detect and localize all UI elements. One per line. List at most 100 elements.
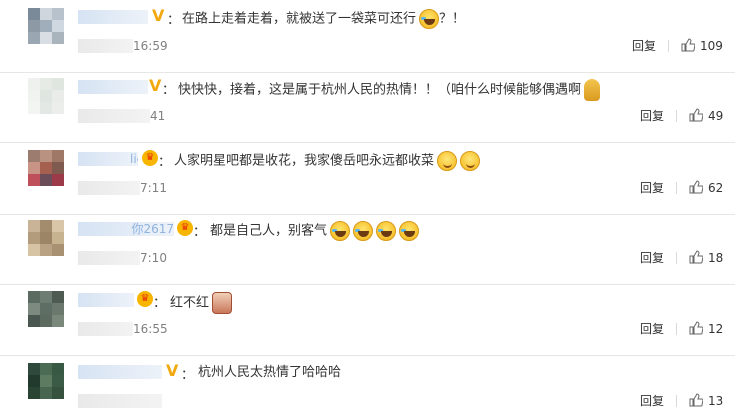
comment-body: 快快快，接着，这是属于杭州人民的热情！！（咱什么时候能够偶遇啊 [178,82,582,98]
avatar-pixel [52,363,64,375]
comment-text: 红不红 [170,292,233,314]
avatar-pixel [52,232,64,244]
comment-row: V ： 在路上走着走着，就被送了一袋菜可还行 ？！ 16:59 回复 109 [0,0,735,73]
timestamp: 7:11 [78,181,167,195]
avatar-pixel [52,78,64,90]
avatar-pixel [40,32,52,44]
avatar-pixel [52,150,64,162]
reply-button[interactable]: 回复 [640,109,664,123]
username[interactable] [78,293,134,307]
reply-button[interactable]: 回复 [632,39,656,53]
avatar-pixel [40,244,52,256]
like-button[interactable]: 62 [689,179,723,197]
timestamp [78,394,162,408]
comment-text: 在路上走着走着，就被送了一袋菜可还行 ？！ [182,9,465,29]
avatar-pixel [40,90,52,102]
avatar-pixel [52,244,64,256]
avatar-pixel [40,174,52,186]
crown-badge-icon: ♛ [137,291,153,307]
avatar[interactable] [28,150,64,186]
crown-badge-icon: ♛ [142,150,158,166]
timestamp: 7:10 [78,251,167,265]
laughing-tears-emoji-icon [399,221,420,241]
laughing-tears-emoji-icon [330,221,351,241]
avatar[interactable] [28,220,64,256]
avatar-pixel [52,375,64,387]
divider [676,182,677,194]
avatar-pixel [28,162,40,174]
avatar-pixel [28,244,40,256]
like-button[interactable]: 18 [689,249,723,267]
avatar-pixel [28,174,40,186]
comment-body: 杭州人民太热情了哈哈哈 [198,365,342,380]
smile-emoji-icon [437,151,458,171]
reply-button[interactable]: 回复 [640,394,664,408]
reply-button[interactable]: 回复 [640,322,664,336]
avatar-pixel [28,32,40,44]
avatar-pixel [40,303,52,315]
avatar-pixel [40,162,52,174]
username[interactable]: 你2617 [78,222,174,236]
laughing-tears-emoji-icon [353,221,374,241]
avatar-pixel [28,102,40,114]
avatar-pixel [28,150,40,162]
comment-row: V ： 快快快，接着，这是属于杭州人民的热情！！（咱什么时候能够偶遇啊 41 回… [0,70,735,143]
colon: ： [162,83,176,98]
timestamp: 41 [78,109,165,123]
avatar[interactable] [28,78,64,114]
thumbs-up-icon [689,393,703,407]
avatar-pixel [40,363,52,375]
avatar-pixel [52,174,64,186]
avatar-pixel [28,20,40,32]
avatar-pixel [40,375,52,387]
username[interactable]: lie [78,152,138,166]
avatar-pixel [52,20,64,32]
divider [668,40,669,52]
avatar-pixel [40,291,52,303]
comment-row: ♛ ： 红不红 16:55 回复 12 [0,283,735,356]
like-count: 12 [708,322,724,336]
like-button[interactable]: 12 [689,320,723,338]
username[interactable] [78,80,148,94]
avatar-pixel [28,303,40,315]
timestamp: 16:55 [78,322,168,336]
avatar[interactable] [28,291,64,327]
divider [676,110,677,122]
red-face-emoji-icon [212,292,233,314]
like-button[interactable]: 109 [681,37,723,55]
divider [676,252,677,264]
avatar-pixel [28,232,40,244]
thumbs-up-icon [689,108,703,122]
comment-body: 都是自己人，别客气 [210,223,328,239]
like-button[interactable]: 13 [689,392,723,410]
username[interactable] [78,10,148,24]
verified-badge-icon: V [152,6,165,25]
avatar[interactable] [28,363,64,399]
avatar-pixel [40,315,52,327]
avatar-pixel [28,315,40,327]
divider [676,323,677,335]
like-button[interactable]: 49 [689,107,723,125]
divider [676,395,677,407]
reply-button[interactable]: 回复 [640,181,664,195]
timestamp: 16:59 [78,39,168,53]
avatar-pixel [52,90,64,102]
avatar-pixel [28,387,40,399]
avatar-pixel [40,232,52,244]
colon: ： [167,13,181,28]
avatar[interactable] [28,8,64,44]
username[interactable] [78,365,162,379]
laughing-tears-emoji-icon [376,221,397,241]
comment-row: lie ♛ ： 人家明星吧都是收花，我家傻岳吧永远都收菜 7:11 回复 62 [0,142,735,215]
colon: ： [153,296,167,311]
avatar-pixel [52,220,64,232]
comment-text: 都是自己人，别客气 [210,221,420,241]
avatar-pixel [28,291,40,303]
avatar-pixel [28,78,40,90]
like-count: 49 [708,109,724,123]
avatar-pixel [52,162,64,174]
avatar-pixel [52,387,64,399]
reply-button[interactable]: 回复 [640,251,664,265]
verified-badge-icon: V [149,76,162,95]
like-count: 13 [708,394,724,408]
